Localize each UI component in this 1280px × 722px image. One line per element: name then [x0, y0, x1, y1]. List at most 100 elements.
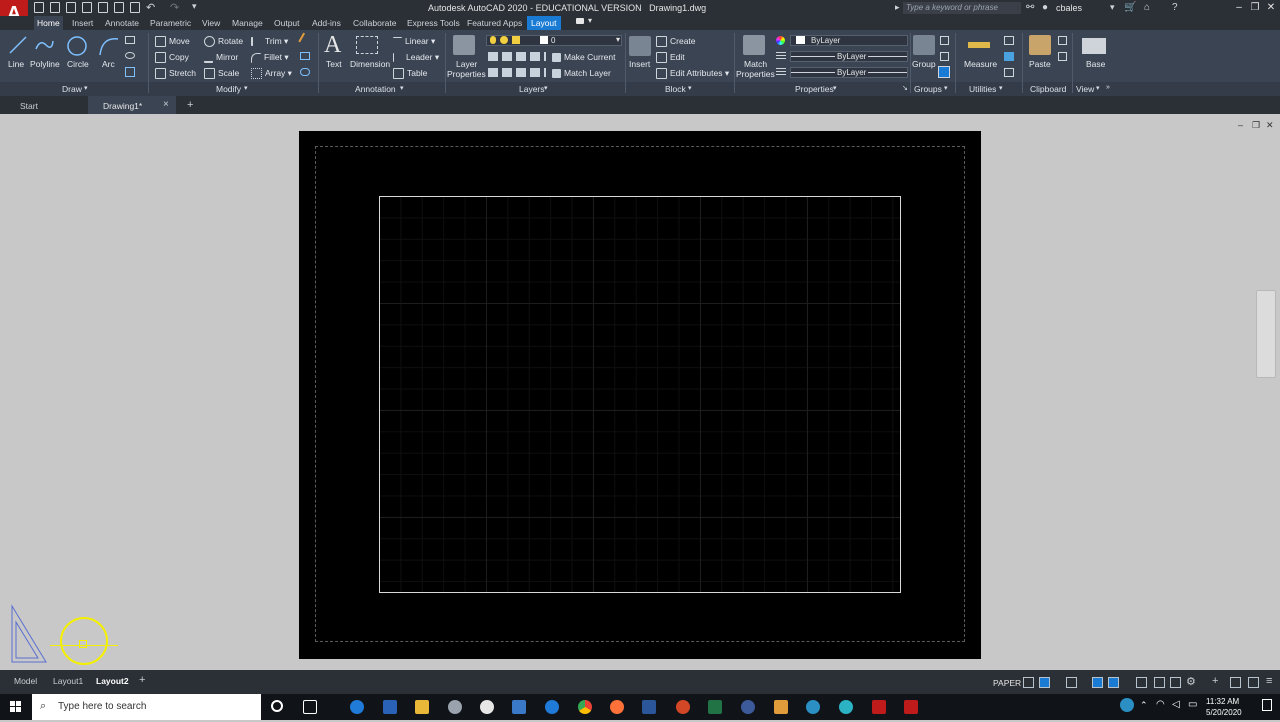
- group-edit-icon[interactable]: [940, 52, 949, 61]
- open-file-icon[interactable]: [50, 2, 60, 13]
- table-button[interactable]: Table: [393, 68, 427, 80]
- ribbon-options-icon[interactable]: ▾: [588, 16, 592, 25]
- windows-start-icon[interactable]: [0, 694, 32, 720]
- app-icon-4[interactable]: [806, 700, 820, 714]
- layer-properties-label-2[interactable]: Properties: [447, 69, 486, 79]
- make-current-button[interactable]: Make Current: [552, 52, 616, 63]
- isodraft-icon[interactable]: [1092, 677, 1103, 688]
- leader-button[interactable]: Leader ▾: [393, 52, 439, 63]
- utilities-panel-label[interactable]: Utilities: [969, 84, 996, 94]
- trim-button[interactable]: Trim ▾: [251, 36, 288, 47]
- paste-button[interactable]: Paste: [1029, 59, 1051, 69]
- properties-expand-icon[interactable]: ▾: [833, 84, 837, 92]
- powerpoint-icon[interactable]: [676, 700, 690, 714]
- groups-expand-icon[interactable]: ▾: [944, 84, 948, 92]
- add-layout-icon[interactable]: +: [139, 674, 145, 686]
- properties-panel-label[interactable]: Properties: [795, 84, 834, 94]
- modify-panel-label[interactable]: Modify: [216, 84, 241, 94]
- dimension-icon[interactable]: [356, 36, 378, 54]
- lineweight-icon[interactable]: [776, 52, 786, 60]
- new-tab-icon[interactable]: +: [187, 99, 193, 111]
- utilities-expand-icon[interactable]: ▾: [999, 84, 1003, 92]
- file-explorer-icon[interactable]: [415, 700, 429, 714]
- dimension-button[interactable]: Dimension: [350, 59, 390, 69]
- text-icon[interactable]: A: [324, 32, 341, 59]
- polyline-button[interactable]: Polyline: [30, 59, 60, 69]
- ungroup-icon[interactable]: [940, 36, 949, 45]
- tray-overflow-icon[interactable]: ⌃: [1140, 700, 1148, 711]
- stretch-button[interactable]: Stretch: [155, 68, 196, 80]
- color-dropdown[interactable]: ByLayer: [790, 35, 908, 46]
- quick-access-dropdown-icon[interactable]: ▾: [192, 1, 197, 12]
- match-properties-icon[interactable]: [743, 35, 765, 55]
- group-selection-icon[interactable]: [938, 66, 950, 78]
- edge-legacy-icon[interactable]: [545, 700, 559, 714]
- viewport-close-icon[interactable]: ✕: [1266, 120, 1274, 131]
- app-icon-f[interactable]: [774, 700, 788, 714]
- acrobat-icon[interactable]: [872, 700, 886, 714]
- edit-attributes-button[interactable]: Edit Attributes ▾: [656, 68, 729, 80]
- infer-constraints-icon[interactable]: [1066, 677, 1077, 688]
- wifi-icon[interactable]: ◠: [1156, 699, 1165, 710]
- tab-layout2[interactable]: Layout2: [96, 676, 129, 686]
- selection-cycling-icon[interactable]: [1136, 677, 1147, 688]
- view-expand-icon[interactable]: ▾: [1096, 84, 1100, 92]
- match-layer-button[interactable]: Match Layer: [552, 68, 611, 79]
- chrome-icon[interactable]: [578, 700, 592, 714]
- circle-button[interactable]: Circle: [67, 59, 89, 69]
- close-icon[interactable]: ✕: [1264, 1, 1278, 15]
- block-panel-label[interactable]: Block: [665, 84, 686, 94]
- hatch-icon[interactable]: [125, 67, 135, 77]
- arc-button[interactable]: Arc: [102, 59, 115, 69]
- modify-expand-icon[interactable]: ▾: [244, 84, 248, 92]
- tab-add-ins[interactable]: Add-ins: [312, 16, 341, 30]
- save-as-icon[interactable]: [82, 2, 92, 13]
- object-snap-icon[interactable]: [1108, 677, 1119, 688]
- app-icon-5[interactable]: [839, 700, 853, 714]
- line-button[interactable]: Line: [8, 59, 24, 69]
- tab-annotate[interactable]: Annotate: [105, 16, 139, 30]
- layer-tools-row-2-icons[interactable]: [488, 68, 546, 77]
- base-button[interactable]: Base: [1086, 59, 1105, 69]
- copy-clip-icon[interactable]: [1058, 52, 1067, 61]
- groups-panel-label[interactable]: Groups: [914, 84, 942, 94]
- tab-parametric[interactable]: Parametric: [150, 16, 191, 30]
- clean-screen-icon[interactable]: [1248, 677, 1259, 688]
- insert-button[interactable]: Insert: [629, 59, 650, 69]
- linetype-icon[interactable]: [776, 68, 786, 76]
- clock-time[interactable]: 11:32 AM: [1206, 697, 1239, 706]
- settings-gear-icon[interactable]: ⚙: [1186, 675, 1196, 688]
- app-icon-3[interactable]: [512, 700, 526, 714]
- match-properties-label-1[interactable]: Match: [744, 59, 767, 69]
- tab-home[interactable]: Home: [34, 16, 63, 30]
- paste-icon[interactable]: [1029, 35, 1051, 55]
- autocad-taskbar-icon[interactable]: [904, 700, 918, 714]
- layers-panel-label[interactable]: Layers: [519, 84, 545, 94]
- tab-collaborate[interactable]: Collaborate: [353, 16, 396, 30]
- lineweight-dropdown[interactable]: ByLayer: [790, 51, 908, 62]
- new-file-icon[interactable]: [34, 2, 44, 13]
- mirror-button[interactable]: Mirror: [204, 52, 238, 64]
- undo-icon[interactable]: ↶: [146, 1, 155, 14]
- polyline-icon[interactable]: [34, 35, 54, 55]
- snap-mode-icon[interactable]: [1039, 677, 1050, 688]
- close-tab-icon[interactable]: ×: [163, 99, 169, 110]
- task-view-icon[interactable]: [303, 700, 317, 714]
- word-icon[interactable]: [642, 700, 656, 714]
- workspace-icon[interactable]: [1170, 677, 1181, 688]
- add-icon[interactable]: +: [1212, 675, 1218, 687]
- tab-manage[interactable]: Manage: [232, 16, 263, 30]
- move-button[interactable]: Move: [155, 36, 190, 48]
- restore-icon[interactable]: ❐: [1248, 1, 1262, 15]
- grid-icon[interactable]: [1023, 677, 1034, 688]
- layer-properties-icon[interactable]: [453, 35, 475, 55]
- layer-dropdown-arrow-icon[interactable]: ▾: [616, 35, 620, 44]
- customization-icon[interactable]: ≡: [1266, 675, 1272, 687]
- viewport-minimize-icon[interactable]: –: [1238, 120, 1243, 130]
- measure-icon[interactable]: [968, 42, 990, 48]
- hardware-acceleration-icon[interactable]: [1230, 677, 1241, 688]
- arc-icon[interactable]: [98, 35, 120, 57]
- ribbon-overflow-icon[interactable]: »: [1106, 84, 1110, 91]
- tab-layout[interactable]: Layout: [527, 16, 561, 30]
- copy-button[interactable]: Copy: [155, 52, 189, 64]
